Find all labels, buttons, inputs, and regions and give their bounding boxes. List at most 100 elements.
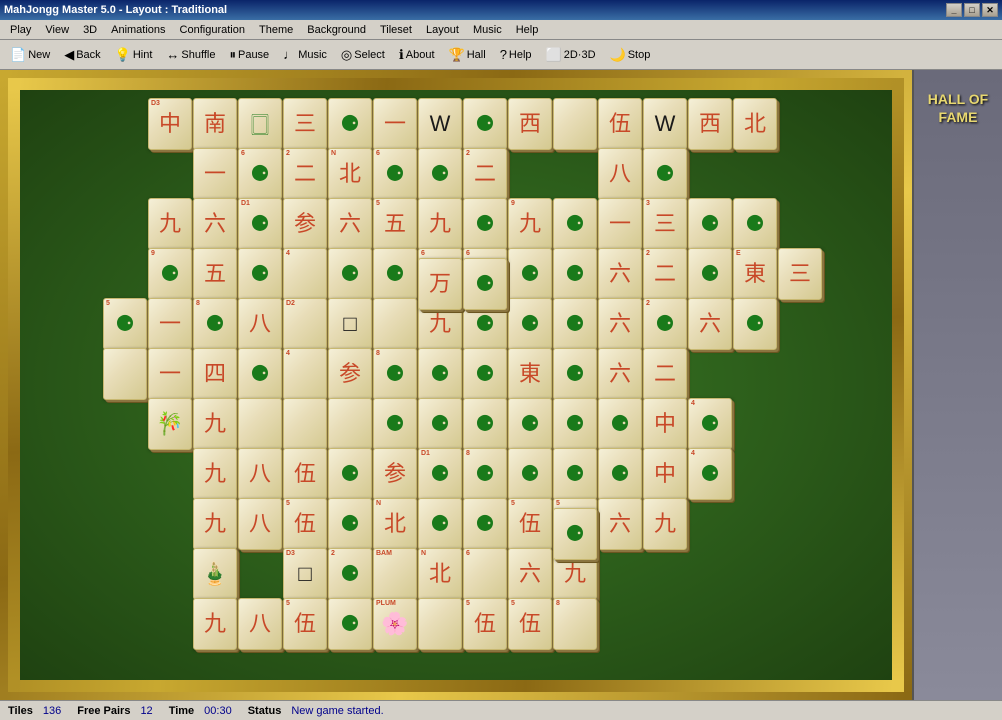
- tile[interactable]: ⚈: [553, 198, 597, 250]
- tile[interactable]: 北: [733, 98, 777, 150]
- tile[interactable]: ⚈: [463, 398, 507, 450]
- tile[interactable]: 九: [418, 198, 462, 250]
- tile[interactable]: [283, 398, 327, 450]
- tile[interactable]: D3□: [283, 548, 327, 600]
- tile[interactable]: ⚈: [553, 448, 597, 500]
- tile[interactable]: ⚈: [553, 248, 597, 300]
- tile[interactable]: 伍: [283, 448, 327, 500]
- tile[interactable]: 2二: [283, 148, 327, 200]
- tile[interactable]: 3三: [643, 198, 687, 250]
- tile[interactable]: 九: [193, 498, 237, 550]
- tile[interactable]: 二: [643, 348, 687, 400]
- tile[interactable]: ⚈: [463, 498, 507, 550]
- tile[interactable]: 8⚈: [193, 298, 237, 350]
- tile[interactable]: ⚈: [328, 498, 372, 550]
- about-button[interactable]: ℹ About: [393, 44, 441, 66]
- menu-theme[interactable]: Theme: [253, 22, 299, 38]
- music-button[interactable]: ♩ Music: [277, 44, 333, 65]
- tile[interactable]: [418, 598, 462, 650]
- tile[interactable]: 8⚈: [463, 448, 507, 500]
- tile[interactable]: N北: [373, 498, 417, 550]
- tile[interactable]: ⚈: [643, 148, 687, 200]
- minimize-button[interactable]: _: [946, 3, 962, 17]
- select-button[interactable]: ◎ Select: [335, 44, 391, 66]
- tile[interactable]: ⚈: [238, 348, 282, 400]
- tile[interactable]: ⚈: [553, 508, 597, 560]
- tile[interactable]: ⚈: [508, 448, 552, 500]
- tile[interactable]: D1⚈: [418, 448, 462, 500]
- tile[interactable]: ⚈: [418, 348, 462, 400]
- tile[interactable]: 中: [643, 398, 687, 450]
- tile[interactable]: ⚈: [733, 298, 777, 350]
- window-controls[interactable]: _ □ ✕: [946, 3, 998, 17]
- tile[interactable]: N北: [418, 548, 462, 600]
- tile[interactable]: ⚈: [463, 98, 507, 150]
- tile[interactable]: 一: [193, 148, 237, 200]
- tile[interactable]: ⚈: [418, 398, 462, 450]
- tile[interactable]: 🎍: [193, 548, 237, 600]
- tile[interactable]: 八: [238, 448, 282, 500]
- menu-tileset[interactable]: Tileset: [374, 22, 418, 38]
- maximize-button[interactable]: □: [964, 3, 980, 17]
- tile[interactable]: 🀆: [238, 98, 282, 150]
- tile[interactable]: 九: [643, 498, 687, 550]
- tile[interactable]: E東: [733, 248, 777, 300]
- shuffle-button[interactable]: ↔ Shuffle: [160, 44, 221, 65]
- tile[interactable]: N北: [328, 148, 372, 200]
- tile[interactable]: 八: [238, 298, 282, 350]
- tile[interactable]: ⚈: [463, 258, 507, 310]
- tile[interactable]: 2二: [463, 148, 507, 200]
- tile[interactable]: 西: [508, 98, 552, 150]
- tile[interactable]: ⚈: [598, 398, 642, 450]
- tile[interactable]: D2: [283, 298, 327, 350]
- tile[interactable]: 西: [688, 98, 732, 150]
- tile[interactable]: ⚈: [418, 498, 462, 550]
- tile[interactable]: 5伍: [463, 598, 507, 650]
- tile[interactable]: 6⚈: [238, 148, 282, 200]
- tile[interactable]: [373, 298, 417, 350]
- tile[interactable]: 6⚈: [373, 148, 417, 200]
- tile[interactable]: 九: [193, 398, 237, 450]
- menu-layout[interactable]: Layout: [420, 22, 465, 38]
- tile[interactable]: ⚈: [373, 248, 417, 300]
- tile[interactable]: ⚈: [508, 248, 552, 300]
- menu-view[interactable]: View: [39, 22, 75, 38]
- tile[interactable]: 4: [283, 248, 327, 300]
- tile[interactable]: 九: [193, 448, 237, 500]
- tile[interactable]: [328, 398, 372, 450]
- tile[interactable]: 六: [328, 198, 372, 250]
- tile[interactable]: 2⚈: [328, 548, 372, 600]
- tile[interactable]: ⚈: [463, 348, 507, 400]
- tile[interactable]: W: [418, 98, 462, 150]
- tile[interactable]: ⚈: [688, 198, 732, 250]
- menu-3d[interactable]: 3D: [77, 22, 103, 38]
- tile[interactable]: 5伍: [508, 598, 552, 650]
- tile[interactable]: 三: [283, 98, 327, 150]
- stop-button[interactable]: 🌙 Stop: [604, 44, 657, 66]
- tile[interactable]: 一: [373, 98, 417, 150]
- tile[interactable]: ⚈: [508, 398, 552, 450]
- tile[interactable]: □: [328, 298, 372, 350]
- tile[interactable]: 4⚈: [688, 398, 732, 450]
- tile[interactable]: ⚈: [463, 198, 507, 250]
- tile[interactable]: ⚈: [733, 198, 777, 250]
- menu-play[interactable]: Play: [4, 22, 37, 38]
- tile[interactable]: ⚈: [238, 248, 282, 300]
- tile[interactable]: 8: [553, 598, 597, 650]
- tile[interactable]: 9九: [508, 198, 552, 250]
- hint-button[interactable]: 💡 Hint: [109, 44, 159, 66]
- back-button[interactable]: ◀ Back: [58, 44, 106, 66]
- tile[interactable]: 4⚈: [688, 448, 732, 500]
- hall-button[interactable]: 🏆 Hall: [443, 44, 492, 66]
- tile[interactable]: ⚈: [553, 298, 597, 350]
- tile[interactable]: 8⚈: [373, 348, 417, 400]
- tile[interactable]: 一: [148, 348, 192, 400]
- tile[interactable]: 六: [688, 298, 732, 350]
- tile[interactable]: 六: [598, 248, 642, 300]
- tile[interactable]: 六: [508, 548, 552, 600]
- tile[interactable]: ⚈: [418, 148, 462, 200]
- tile[interactable]: 5五: [373, 198, 417, 250]
- tile[interactable]: W: [643, 98, 687, 150]
- tile[interactable]: [238, 398, 282, 450]
- tile[interactable]: ⚈: [373, 398, 417, 450]
